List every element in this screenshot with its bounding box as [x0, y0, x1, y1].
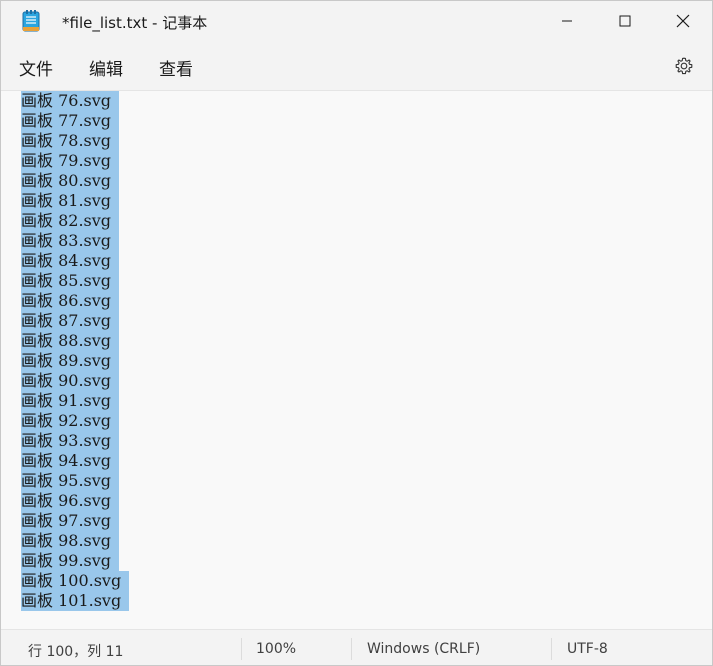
text-line: 画板 90.svg: [21, 371, 129, 391]
minimize-icon: [562, 20, 572, 22]
text-line: 画板 82.svg: [21, 211, 129, 231]
maximize-icon: [619, 15, 631, 27]
text-line: 画板 88.svg: [21, 331, 129, 351]
menu-file[interactable]: 文件: [19, 55, 53, 80]
selected-text: 画板 87.svg: [21, 311, 120, 331]
text-line: 画板 85.svg: [21, 271, 129, 291]
text-line: 画板 81.svg: [21, 191, 129, 211]
cursor-position: 行 100，列 11: [28, 644, 124, 660]
text-content[interactable]: 画板 76.svg 画板 77.svg 画板 78.svg 画板 79.svg 画板 8…: [21, 91, 130, 611]
text-line: 画板 95.svg: [21, 471, 129, 491]
text-line: 画板 86.svg: [21, 291, 129, 311]
text-line: 画板 93.svg: [21, 431, 129, 451]
close-icon: [676, 14, 690, 28]
maximize-button[interactable]: [596, 1, 654, 41]
text-line: 画板 89.svg: [21, 351, 129, 371]
selected-text: 画板 83.svg: [21, 231, 120, 251]
text-line: 画板 80.svg: [21, 171, 129, 191]
selected-text: 画板 82.svg: [21, 211, 120, 231]
selected-text: 画板 88.svg: [21, 331, 120, 351]
menu-bar: 文件 编辑 查看: [1, 41, 712, 91]
text-line: 画板 99.svg: [21, 551, 129, 571]
selected-text: 画板 76.svg: [21, 91, 120, 111]
status-bar: 行 100，列 11 100% Windows (CRLF) UTF-8: [1, 629, 712, 665]
gear-icon: [675, 57, 693, 75]
status-divider: [351, 638, 352, 660]
notepad-app-icon: [22, 10, 40, 32]
status-divider: [551, 638, 552, 660]
text-line: 画板 77.svg: [21, 111, 129, 131]
menu-edit[interactable]: 编辑: [89, 55, 123, 80]
selected-text: 画板 95.svg: [21, 471, 120, 491]
line-ending: Windows (CRLF): [367, 641, 481, 657]
selected-text: 画板 81.svg: [21, 191, 120, 211]
text-editor[interactable]: 画板 76.svg 画板 77.svg 画板 78.svg 画板 79.svg 画板 8…: [1, 91, 712, 629]
text-line: 画板 78.svg: [21, 131, 129, 151]
selected-text: 画板 90.svg: [21, 371, 120, 391]
text-line: 画板 96.svg: [21, 491, 129, 511]
selected-text: 画板 100.svg: [21, 571, 130, 591]
selected-text: 画板 79.svg: [21, 151, 120, 171]
zoom-level: 100%: [256, 641, 297, 657]
selected-text: 画板 77.svg: [21, 111, 120, 131]
text-line: 画板 91.svg: [21, 391, 129, 411]
selected-text: 画板 86.svg: [21, 291, 120, 311]
text-line: 画板 92.svg: [21, 411, 129, 431]
minimize-button[interactable]: [538, 1, 596, 41]
close-button[interactable]: [654, 1, 712, 41]
menu-view[interactable]: 查看: [159, 55, 193, 80]
selected-text: 画板 89.svg: [21, 351, 120, 371]
text-line: 画板 83.svg: [21, 231, 129, 251]
selected-text: 画板 84.svg: [21, 251, 120, 271]
notepad-window: *file_list.txt - 记事本 文件 编辑 查看 画板 76.svg 画…: [0, 0, 713, 666]
encoding: UTF-8: [567, 641, 608, 657]
selected-text: 画板 98.svg: [21, 531, 120, 551]
text-line: 画板 101.svg: [21, 591, 130, 611]
selected-text: 画板 101.svg: [21, 591, 130, 611]
selected-text: 画板 78.svg: [21, 131, 120, 151]
text-line: 画板 97.svg: [21, 511, 129, 531]
selected-text: 画板 80.svg: [21, 171, 120, 191]
text-line: 画板 100.svg: [21, 571, 130, 591]
text-line: 画板 79.svg: [21, 151, 129, 171]
selected-text: 画板 91.svg: [21, 391, 120, 411]
title-bar[interactable]: *file_list.txt - 记事本: [1, 1, 712, 41]
window-title: *file_list.txt - 记事本: [62, 14, 208, 32]
text-line: 画板 76.svg: [21, 91, 129, 111]
text-line: 画板 98.svg: [21, 531, 129, 551]
text-line: 画板 87.svg: [21, 311, 129, 331]
selected-text: 画板 85.svg: [21, 271, 120, 291]
selected-text: 画板 99.svg: [21, 551, 120, 571]
status-divider: [241, 638, 242, 660]
selected-text: 画板 97.svg: [21, 511, 120, 531]
text-line: 画板 84.svg: [21, 251, 129, 271]
text-line: 画板 94.svg: [21, 451, 129, 471]
selected-text: 画板 93.svg: [21, 431, 120, 451]
selected-text: 画板 96.svg: [21, 491, 120, 511]
selected-text: 画板 94.svg: [21, 451, 120, 471]
settings-button[interactable]: [669, 53, 699, 79]
selected-text: 画板 92.svg: [21, 411, 120, 431]
